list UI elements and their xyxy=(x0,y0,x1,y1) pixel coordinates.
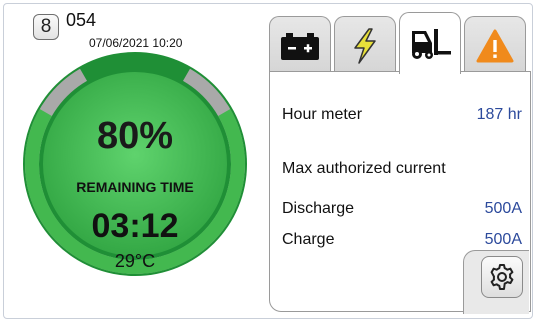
tab-charging[interactable] xyxy=(334,16,396,74)
user-icon-glyph: 8 xyxy=(40,16,52,37)
user-icon[interactable]: 8 xyxy=(33,14,59,40)
tabs-area: Hour meter 187 hr Max authorized current… xyxy=(259,12,531,314)
discharge-label: Discharge xyxy=(282,200,355,217)
charge-value: 500A xyxy=(484,231,522,248)
tab-battery[interactable] xyxy=(269,16,331,74)
charge-percent: 80% xyxy=(96,115,174,157)
settings-button[interactable] xyxy=(481,256,523,298)
datetime: 07/06/2021 10:20 xyxy=(89,36,183,50)
hour-meter-value: 187 hr xyxy=(476,106,522,123)
device-id: 054 xyxy=(66,10,97,30)
hour-meter-label: Hour meter xyxy=(282,106,363,123)
lightning-icon xyxy=(354,27,376,64)
remaining-time-label: REMAINING TIME xyxy=(76,179,194,195)
temperature: 29°C xyxy=(114,251,156,271)
charge-label: Charge xyxy=(282,231,335,248)
forklift-icon xyxy=(412,28,451,59)
max-current-label: Max authorized current xyxy=(282,160,446,177)
discharge-value: 500A xyxy=(484,200,522,217)
battery-icon xyxy=(281,32,319,60)
tab-alerts[interactable] xyxy=(464,16,526,74)
remaining-time-value: 03:12 xyxy=(91,207,179,245)
battery-gauge: 80% REMAINING TIME 03:12 29°C xyxy=(20,49,250,279)
tab-forklift[interactable] xyxy=(399,12,461,74)
gear-icon xyxy=(490,264,514,290)
warning-icon xyxy=(476,29,514,62)
